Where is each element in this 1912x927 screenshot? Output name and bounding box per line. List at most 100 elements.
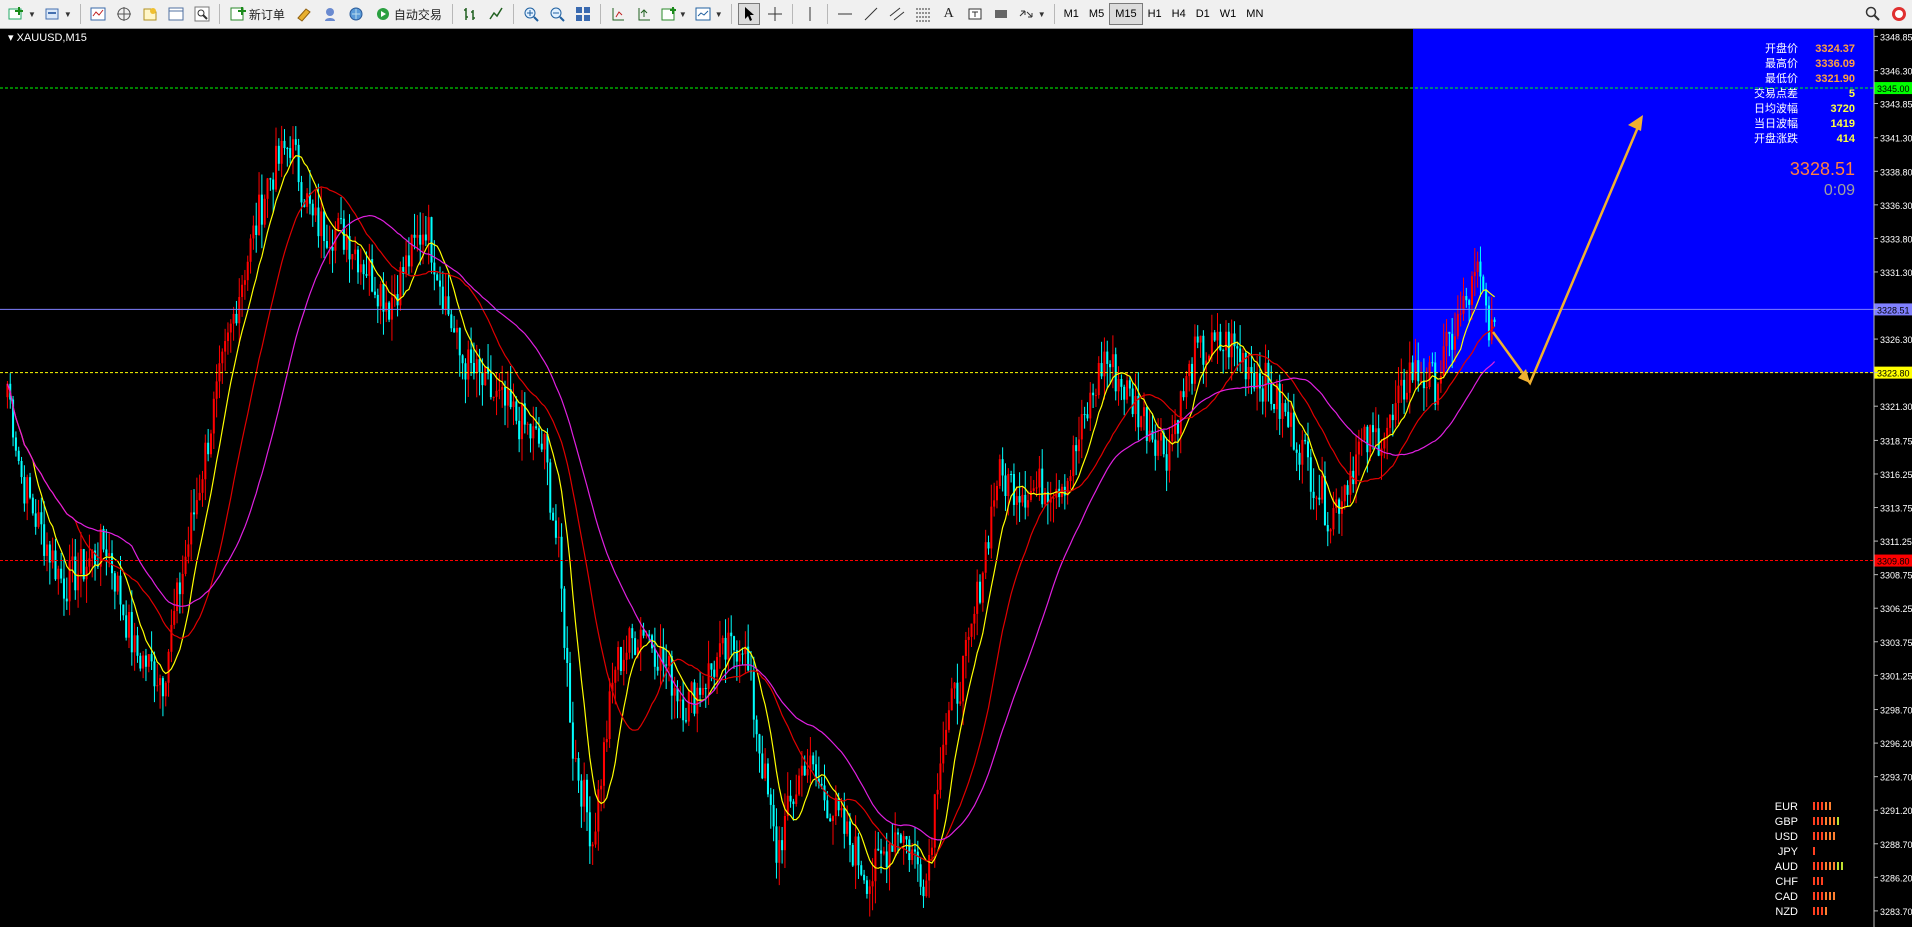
candle-body: [142, 655, 145, 669]
candle-body: [1371, 425, 1375, 433]
timeframe-w1[interactable]: W1: [1215, 4, 1242, 24]
candle-body: [586, 779, 589, 813]
timeframe-m1[interactable]: M1: [1059, 4, 1084, 24]
new-order-button[interactable]: 新订单: [226, 3, 289, 25]
candle-body: [161, 678, 164, 697]
notifications-icon[interactable]: [1888, 3, 1910, 25]
candle-body: [68, 560, 71, 602]
candle-body: [667, 656, 671, 666]
autoscroll-icon[interactable]: [607, 3, 629, 25]
candle-body: [43, 524, 46, 556]
cursor-icon[interactable]: [737, 3, 760, 25]
timeframe-mn[interactable]: MN: [1241, 4, 1268, 24]
price-axis-label: 3321.30: [1880, 402, 1912, 412]
candle-body: [617, 647, 620, 670]
timeframe-d1[interactable]: D1: [1191, 4, 1215, 24]
candle-body: [249, 238, 252, 262]
candle-body: [806, 769, 809, 776]
price-axis-label: 3291.20: [1880, 806, 1912, 816]
strength-bar: [1821, 907, 1823, 915]
candle-body: [235, 313, 238, 324]
zoom-in-icon[interactable]: [520, 3, 542, 25]
price-chart[interactable]: 3345.00 3328.51 3323.80 3309.80 3348.85 3346.…: [0, 29, 1912, 927]
timeframe-h4[interactable]: H4: [1167, 4, 1191, 24]
navigator-icon[interactable]: [113, 3, 135, 25]
candle-body: [388, 302, 391, 320]
crosshair-icon[interactable]: [764, 3, 786, 25]
chart-symbol: XAUUSD,M15: [16, 32, 87, 44]
signals-icon[interactable]: [345, 3, 367, 25]
candle-body: [1100, 363, 1103, 377]
candle-body: [795, 794, 798, 804]
search-icon[interactable]: [1862, 3, 1884, 25]
candle-body: [226, 332, 229, 342]
candle-body: [181, 573, 184, 595]
candle-body: [1411, 362, 1414, 381]
chart-window[interactable]: 3345.00 3328.51 3323.80 3309.80 3348.85 3346.…: [0, 29, 1912, 927]
candle-body: [252, 225, 255, 239]
candle-body: [1185, 376, 1188, 398]
candle-body: [758, 734, 761, 754]
new-chart-icon[interactable]: ▼: [6, 3, 38, 25]
price-axis-label: 3283.70: [1880, 907, 1912, 917]
arrows-icon[interactable]: ▼: [1016, 3, 1048, 25]
candle-body: [1123, 386, 1126, 400]
channel-icon[interactable]: [886, 3, 908, 25]
candle-body: [119, 575, 122, 605]
candle-body: [289, 148, 292, 158]
candle-body: [1174, 420, 1177, 435]
auto-trading-button[interactable]: 自动交易: [371, 3, 446, 25]
candle-body: [939, 763, 942, 790]
options-icon[interactable]: [319, 3, 341, 25]
search-chart-icon[interactable]: [191, 3, 213, 25]
bar-chart-icon[interactable]: [459, 3, 481, 25]
candle-body: [71, 556, 74, 561]
candle-body: [792, 801, 795, 804]
candle-body: [1151, 430, 1154, 440]
price-axis-label: 3298.70: [1880, 706, 1912, 716]
label-icon[interactable]: [964, 3, 986, 25]
candle-body: [947, 710, 950, 730]
trendline-icon[interactable]: [860, 3, 882, 25]
line-chart-icon[interactable]: [485, 3, 507, 25]
candle-body: [436, 274, 439, 281]
strength-bar: [1833, 832, 1835, 840]
timeframe-m15[interactable]: M15: [1109, 3, 1143, 25]
zoom-out-icon[interactable]: [546, 3, 568, 25]
fibonacci-icon[interactable]: [912, 3, 934, 25]
strength-bar: [1813, 832, 1815, 840]
timeframe-m5[interactable]: M5: [1084, 4, 1109, 24]
periods-icon[interactable]: ▼: [693, 3, 725, 25]
candle-body: [453, 328, 456, 333]
terminal-icon[interactable]: [139, 3, 161, 25]
candle-body: [919, 864, 922, 887]
market-watch-icon[interactable]: [87, 3, 109, 25]
profiles-icon[interactable]: ▼: [42, 3, 74, 25]
candle-body: [1120, 379, 1123, 387]
candle-body: [588, 812, 591, 847]
indicators-icon[interactable]: ▼: [659, 3, 689, 25]
timeframe-h1[interactable]: H1: [1143, 4, 1167, 24]
strength-bar: [1813, 847, 1815, 855]
candle-body: [1326, 525, 1329, 532]
candle-body: [967, 636, 970, 640]
chart-shift-icon[interactable]: [633, 3, 655, 25]
strategy-tester-icon[interactable]: [165, 3, 187, 25]
candle-body: [1131, 388, 1134, 415]
candle-body: [130, 612, 133, 653]
metaeditor-icon[interactable]: [293, 3, 315, 25]
candle-body: [1148, 430, 1151, 441]
candle-body: [127, 612, 131, 638]
candle-body: [243, 280, 246, 285]
horizontal-line-icon[interactable]: [834, 3, 856, 25]
vertical-line-icon[interactable]: [799, 3, 821, 25]
candle-body: [362, 264, 365, 275]
candle-body: [1182, 391, 1185, 398]
candle-body: [504, 387, 507, 406]
shapes-icon[interactable]: [990, 3, 1012, 25]
text-icon[interactable]: A: [938, 3, 960, 25]
tile-windows-icon[interactable]: [572, 3, 594, 25]
candle-body: [930, 847, 933, 855]
candle-body: [260, 194, 263, 225]
candle-body: [964, 639, 967, 656]
